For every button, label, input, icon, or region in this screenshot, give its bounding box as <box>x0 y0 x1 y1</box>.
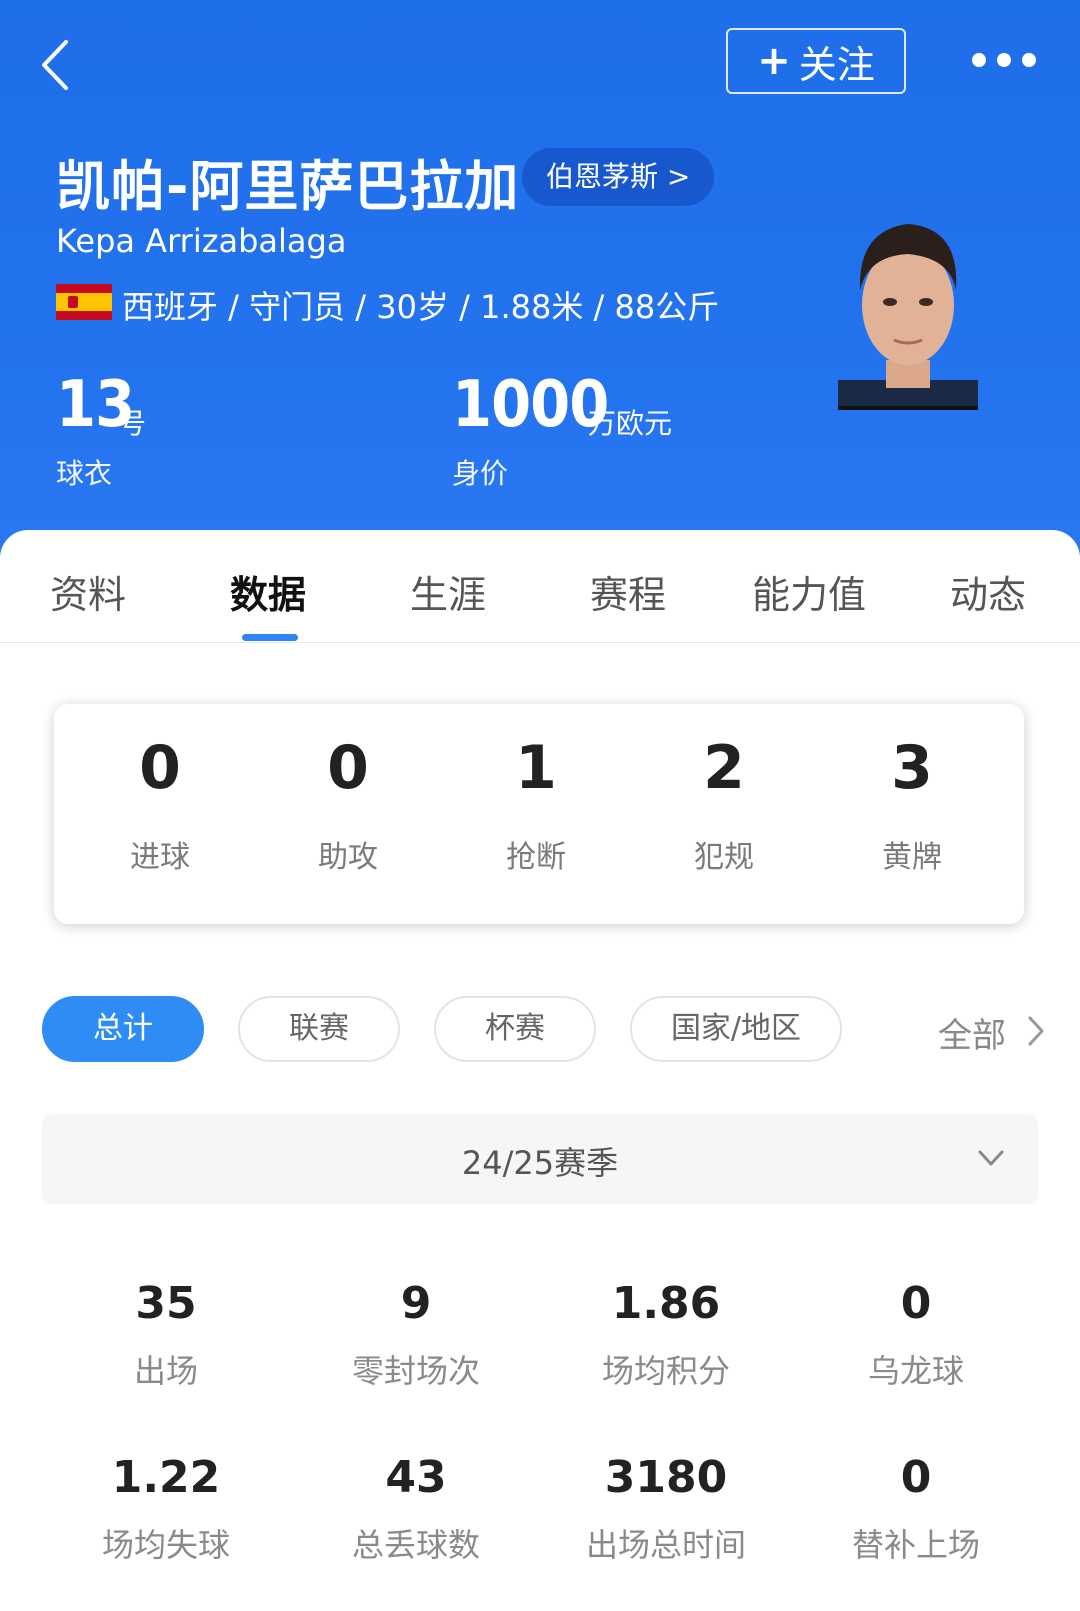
stat-appearances: 35 出场 <box>41 1282 291 1392</box>
stat-label: 抢断 <box>506 840 566 875</box>
follow-label: 关注 <box>798 42 875 87</box>
market-value-number: 1000 <box>452 368 609 442</box>
stat-goals-conceded-per-game: 1.22 场均失球 <box>41 1456 291 1566</box>
stat-label: 出场 <box>133 1352 198 1390</box>
stat-value: 0 <box>900 1278 932 1329</box>
shirt-unit: 号 <box>118 407 147 440</box>
shirt-label: 球衣 <box>56 457 113 490</box>
season-label: 24/25赛季 <box>461 1144 619 1182</box>
stat-label: 场均积分 <box>601 1352 730 1390</box>
stat-substitute-appearances: 0 替补上场 <box>791 1456 1041 1566</box>
chevron-right-icon[interactable] <box>1024 1014 1048 1048</box>
tab-ability[interactable]: 能力值 <box>752 564 866 619</box>
summary-item-tackles: 1 抢断 <box>456 738 616 876</box>
tab-career[interactable]: 生涯 <box>410 564 486 619</box>
market-value-unit: 万欧元 <box>588 407 673 440</box>
stat-label: 犯规 <box>694 840 754 875</box>
filter-total[interactable]: 总计 <box>42 996 204 1062</box>
season-selector[interactable]: 24/25赛季 <box>42 1114 1038 1204</box>
active-tab-indicator <box>242 634 298 641</box>
player-name-en: Kepa Arrizabalaga <box>56 222 347 260</box>
stat-own-goals: 0 乌龙球 <box>791 1282 1041 1392</box>
tab-schedule[interactable]: 赛程 <box>590 564 666 619</box>
stat-value: 3180 <box>604 1452 728 1503</box>
back-arrow-icon[interactable] <box>36 38 76 92</box>
summary-stats: 0 进球 0 助攻 1 抢断 2 犯规 3 黄牌 <box>54 704 1024 924</box>
stat-value: 0 <box>900 1452 932 1503</box>
filter-national[interactable]: 国家/地区 <box>630 996 842 1062</box>
stat-points-per-game: 1.86 场均积分 <box>541 1282 791 1392</box>
stat-label: 黄牌 <box>882 840 942 875</box>
club-link[interactable]: 伯恩茅斯 > <box>522 148 715 206</box>
follow-button[interactable]: + 关注 <box>726 28 906 94</box>
spain-flag-icon <box>56 284 112 320</box>
stat-value: 0 <box>139 733 181 803</box>
stat-label: 场均失球 <box>101 1526 230 1564</box>
more-options-icon[interactable] <box>972 50 1036 70</box>
stat-label: 零封场次 <box>351 1352 480 1390</box>
tab-data[interactable]: 数据 <box>230 564 306 619</box>
summary-item-yellow-cards: 3 黄牌 <box>832 738 992 876</box>
stat-label: 助攻 <box>318 840 378 875</box>
player-name-cn: 凯帕-阿里萨巴拉加 <box>56 155 520 218</box>
plus-icon: + <box>757 38 791 84</box>
stat-label: 出场总时间 <box>585 1526 746 1564</box>
stat-value: 35 <box>135 1278 197 1329</box>
stat-clean-sheets: 9 零封场次 <box>291 1282 541 1392</box>
stat-label: 乌龙球 <box>867 1352 964 1390</box>
stat-value: 3 <box>891 733 933 803</box>
stat-value: 1 <box>515 733 557 803</box>
stat-value: 43 <box>385 1452 447 1503</box>
stat-label: 总丢球数 <box>351 1526 480 1564</box>
tab-news[interactable]: 动态 <box>950 564 1026 619</box>
market-value-label: 身价 <box>452 457 509 490</box>
player-photo <box>838 224 978 410</box>
stat-value: 1.22 <box>111 1452 221 1503</box>
stat-value: 0 <box>327 733 369 803</box>
summary-item-assists: 0 助攻 <box>268 738 428 876</box>
stat-value: 9 <box>400 1278 432 1329</box>
tab-profile[interactable]: 资料 <box>50 564 126 619</box>
player-header: + 关注 凯帕-阿里萨巴拉加 伯恩茅斯 > Kepa Arrizabalaga … <box>0 0 1080 560</box>
filter-league[interactable]: 联赛 <box>238 996 400 1062</box>
summary-item-fouls: 2 犯规 <box>644 738 804 876</box>
stat-value: 1.86 <box>611 1278 721 1329</box>
tab-divider <box>0 642 1080 643</box>
summary-item-goals: 0 进球 <box>80 738 240 876</box>
player-info: 西班牙 / 守门员 / 30岁 / 1.88米 / 88公斤 <box>122 288 720 326</box>
stat-total-goals-conceded: 43 总丢球数 <box>291 1456 541 1566</box>
stat-label: 进球 <box>130 840 190 875</box>
stat-value: 2 <box>703 733 745 803</box>
chevron-down-icon <box>978 1150 1004 1166</box>
filter-all[interactable]: 全部 <box>938 1008 1006 1057</box>
filter-cup[interactable]: 杯赛 <box>434 996 596 1062</box>
content-card: 资料 数据 生涯 赛程 能力值 动态 <box>0 530 1080 1611</box>
stat-total-minutes: 3180 出场总时间 <box>541 1456 791 1566</box>
stat-label: 替补上场 <box>851 1526 980 1564</box>
